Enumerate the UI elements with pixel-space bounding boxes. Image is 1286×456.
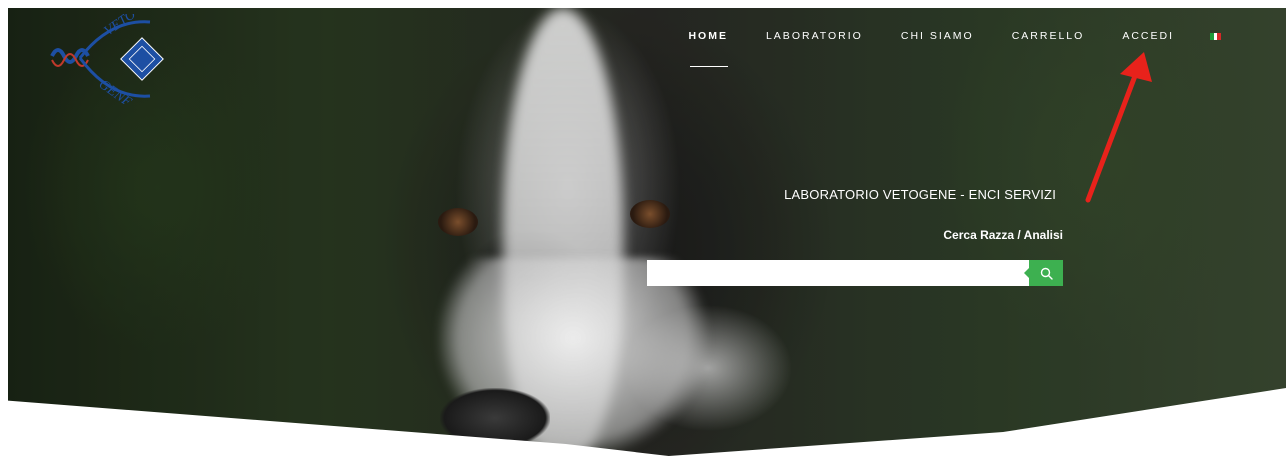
nav-carrello[interactable]: CARRELLO xyxy=(1012,30,1085,42)
nav-chi-siamo[interactable]: CHI SIAMO xyxy=(901,30,974,42)
red-arrow-annotation xyxy=(1085,52,1152,203)
svg-text:VETO: VETO xyxy=(102,14,139,39)
dog-eye-left xyxy=(438,208,478,236)
search-label: Cerca Razza / Analisi xyxy=(943,228,1063,242)
search-input[interactable] xyxy=(647,260,1037,286)
search-button[interactable] xyxy=(1024,260,1063,286)
nav-laboratorio[interactable]: LABORATORIO xyxy=(766,30,863,42)
nav-accedi[interactable]: ACCEDI xyxy=(1122,30,1174,42)
vetogene-logo[interactable]: VETO GENE xyxy=(50,7,175,110)
hero-tagline: LABORATORIO VETOGENE - ENCI SERVIZI xyxy=(784,187,1056,202)
search-icon xyxy=(1040,267,1053,280)
italian-flag-icon[interactable] xyxy=(1210,32,1222,40)
svg-text:GENE: GENE xyxy=(96,77,135,104)
main-navigation: HOME LABORATORIO CHI SIAMO CARRELLO ACCE… xyxy=(650,30,1222,67)
vetogene-logo-icon: VETO GENE xyxy=(50,7,164,110)
dog-eye-right xyxy=(630,200,670,228)
nav-home[interactable]: HOME xyxy=(688,30,728,67)
